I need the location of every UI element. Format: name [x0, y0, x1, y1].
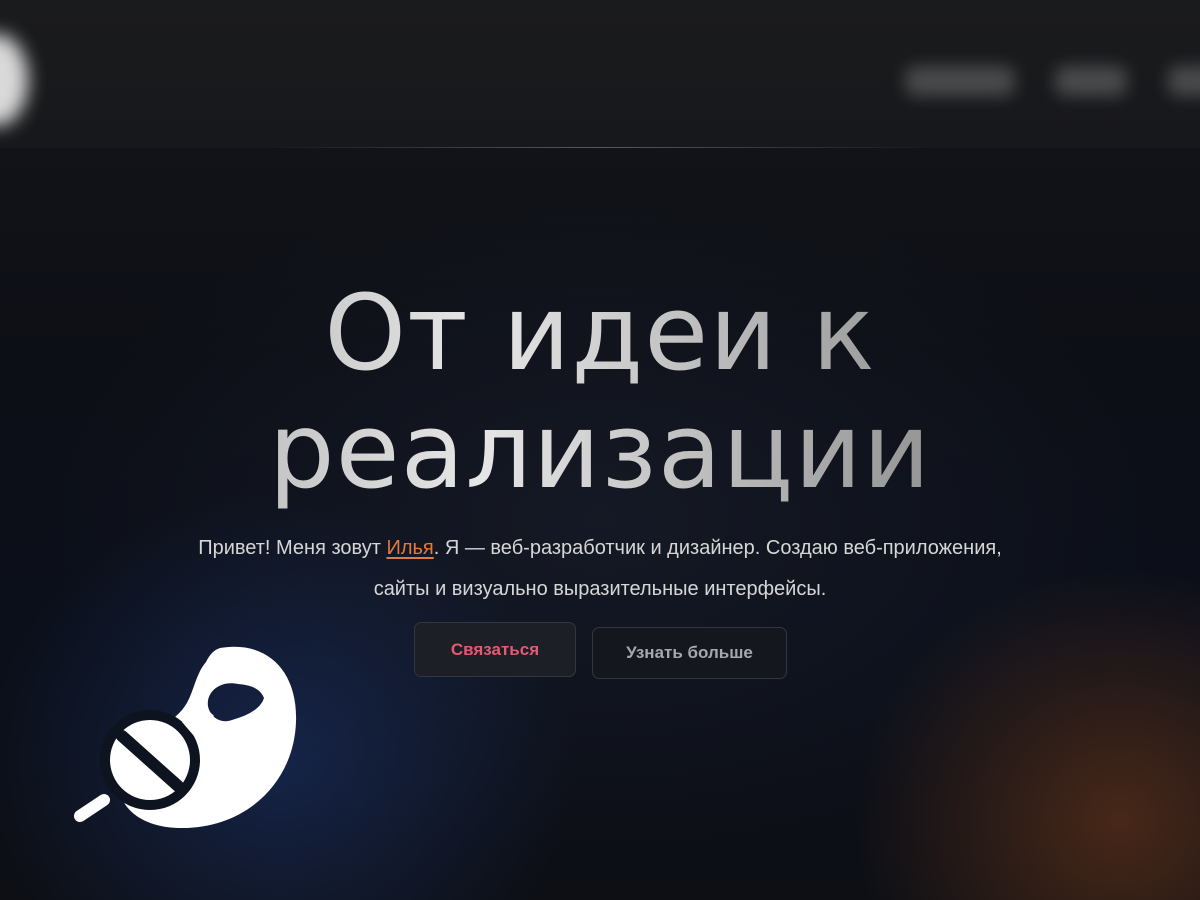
contact-button[interactable]: Связаться: [414, 622, 576, 677]
nav-item-3[interactable]: [1168, 66, 1200, 96]
page: От идеи к реализации Привет! Меня зовут …: [0, 0, 1200, 900]
nav-item-2-label: [1055, 66, 1056, 67]
hero-title-line-1: От идеи к: [324, 272, 876, 394]
hero-name-link[interactable]: Илья: [386, 537, 433, 559]
hero-intro: Привет! Меня зовут Илья. Я — веб-разрабо…: [190, 528, 1010, 610]
nav-item-1[interactable]: [905, 66, 1015, 96]
hero-title-line-2: реализации: [268, 390, 932, 512]
site-logo[interactable]: [0, 34, 28, 126]
hero-intro-end: . Я — веб-разработчик и дизайнер. Создаю…: [373, 537, 1002, 600]
nav-item-3-label: [1168, 66, 1169, 67]
header-divider: [270, 147, 930, 148]
paintbrush-handle: [74, 794, 110, 822]
site-header: [0, 0, 1200, 148]
learn-more-button[interactable]: Узнать больше: [592, 627, 787, 679]
paintbrush-icon: [74, 646, 297, 829]
nav-item-2[interactable]: [1055, 66, 1127, 96]
hero-intro-start: Привет! Меня зовут: [198, 537, 387, 559]
nav-item-1-label: [905, 66, 906, 67]
hero-title: От идеи к реализации: [0, 274, 1200, 510]
